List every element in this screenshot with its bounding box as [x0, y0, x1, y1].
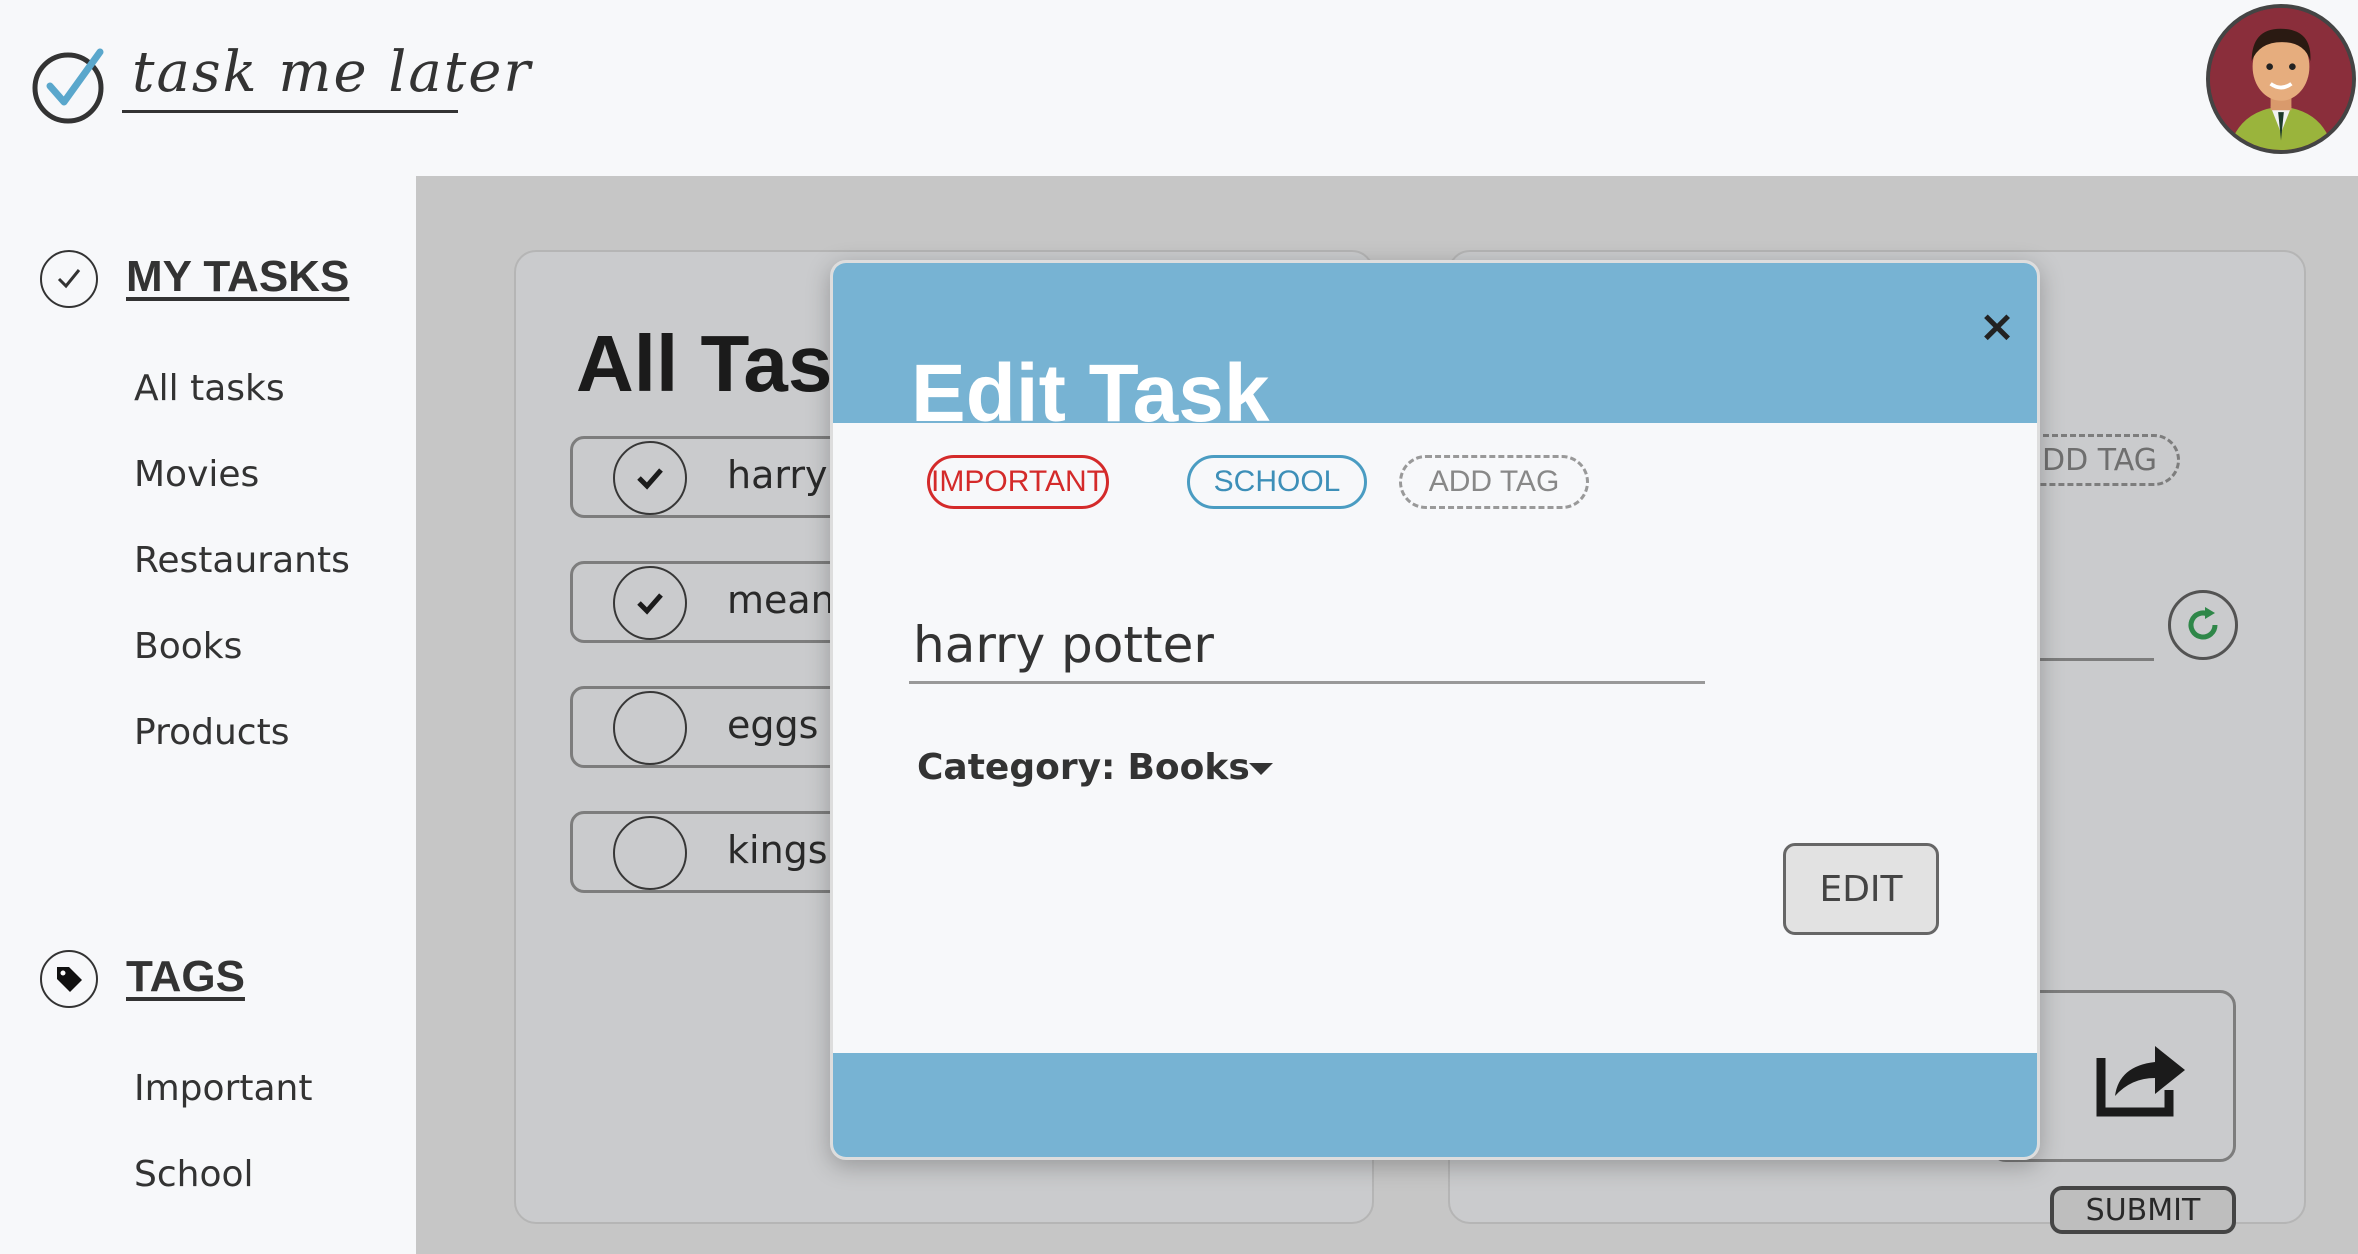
tag-important[interactable]: IMPORTANT: [927, 455, 1109, 509]
edit-task-modal: Edit Task × IMPORTANT SCHOOL ADD TAG Cat…: [830, 260, 2040, 1160]
sidebar-item-important[interactable]: Important: [134, 1068, 312, 1109]
check-circle-icon: [40, 250, 98, 308]
sidebar-item-restaurants[interactable]: Restaurants: [134, 540, 350, 581]
caret-down-icon[interactable]: [1249, 763, 1273, 775]
task-name-input[interactable]: [909, 609, 1705, 684]
add-tag-button[interactable]: ADD TAG: [1399, 455, 1589, 509]
category-label: Category:: [917, 747, 1116, 788]
sidebar-item-products[interactable]: Products: [134, 712, 289, 753]
app-header: task me later: [0, 0, 2358, 176]
modal-footer: [833, 1053, 2037, 1157]
sidebar-item-movies[interactable]: Movies: [134, 454, 259, 495]
sidebar-item-school[interactable]: School: [134, 1154, 254, 1195]
sidebar-item-books[interactable]: Books: [134, 626, 242, 667]
modal-header: Edit Task ×: [833, 263, 2037, 423]
close-icon[interactable]: ×: [1975, 305, 2019, 349]
tag-icon: [40, 950, 98, 1008]
tags-heading[interactable]: TAGS: [126, 952, 245, 1002]
sidebar: MY TASKS All tasks Movies Restaurants Bo…: [0, 176, 416, 1254]
logo-underline: [122, 110, 458, 113]
avatar-face-icon: [2210, 8, 2352, 150]
category-select[interactable]: Category: Books: [917, 747, 1250, 788]
logo-check-icon: [32, 48, 104, 124]
category-value: Books: [1127, 747, 1250, 788]
edit-button[interactable]: EDIT: [1783, 843, 1939, 935]
sidebar-item-all-tasks[interactable]: All tasks: [134, 368, 285, 409]
my-tasks-heading[interactable]: MY TASKS: [126, 252, 349, 302]
tag-school[interactable]: SCHOOL: [1187, 455, 1367, 509]
modal-title: Edit Task: [911, 348, 1270, 424]
user-avatar[interactable]: [2206, 4, 2356, 154]
logo-text: task me later: [132, 40, 533, 105]
